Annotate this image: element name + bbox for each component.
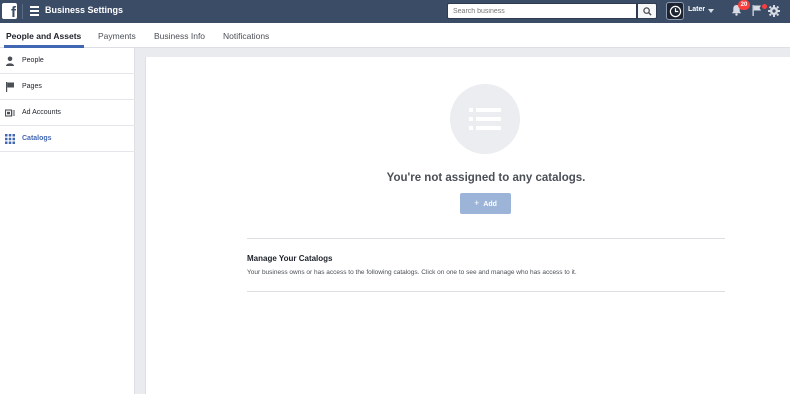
- sidebar-item-label: Catalogs: [22, 135, 52, 142]
- tab-business-info[interactable]: Business Info: [154, 31, 205, 41]
- clock-logo-icon: [669, 5, 682, 18]
- grid-icon: [5, 134, 15, 144]
- gear-icon[interactable]: [768, 5, 780, 17]
- add-catalog-button[interactable]: + Add: [460, 193, 511, 214]
- tab-payments[interactable]: Payments: [98, 31, 136, 41]
- flag-icon[interactable]: [752, 5, 762, 16]
- section-divider: [247, 291, 725, 292]
- menu-icon[interactable]: [30, 6, 39, 16]
- sidebar-item-label: Ad Accounts: [22, 109, 61, 116]
- sidebar-item-pages[interactable]: Pages: [0, 74, 135, 100]
- list-icon: [469, 108, 501, 130]
- account-avatar[interactable]: [666, 2, 684, 20]
- catalogs-panel: You're not assigned to any catalogs. + Ad…: [145, 57, 790, 394]
- sidebar-item-label: People: [22, 57, 44, 64]
- person-icon: [6, 56, 14, 66]
- sidebar-item-ad-accounts[interactable]: Ad Accounts: [0, 100, 135, 126]
- add-button-label: Add: [483, 201, 497, 208]
- plus-icon: +: [474, 198, 480, 208]
- search-button[interactable]: [637, 3, 657, 19]
- settings-tab-bar: People and Assets Payments Business Info…: [0, 23, 790, 48]
- search-input[interactable]: [447, 3, 637, 19]
- notification-badge: 20: [738, 0, 750, 10]
- empty-state-illustration: [450, 84, 520, 154]
- empty-state-title: You're not assigned to any catalogs.: [386, 172, 586, 184]
- sidebar-item-people[interactable]: People: [0, 48, 135, 74]
- section-divider: [247, 238, 725, 239]
- ad-account-icon: [5, 109, 15, 117]
- sidebar-item-catalogs[interactable]: Catalogs: [0, 126, 135, 152]
- flag-icon: [6, 82, 14, 92]
- account-name[interactable]: Later: [688, 6, 705, 13]
- topbar-divider: [22, 4, 23, 19]
- app-title: Business Settings: [45, 5, 124, 15]
- manage-catalogs-heading: Manage Your Catalogs: [247, 254, 333, 263]
- chevron-down-icon[interactable]: [708, 9, 714, 13]
- sidebar-item-label: Pages: [22, 83, 42, 90]
- manage-catalogs-description: Your business owns or has access to the …: [247, 269, 577, 276]
- flag-alert-dot: [762, 4, 767, 9]
- facebook-logo-icon[interactable]: f: [2, 3, 17, 21]
- tab-people-and-assets[interactable]: People and Assets: [6, 31, 81, 41]
- tab-notifications[interactable]: Notifications: [223, 31, 269, 41]
- search-icon: [643, 7, 652, 16]
- sidebar: People Pages Ad Accounts Catalogs: [0, 48, 135, 394]
- top-bar: f Business Settings Later 20: [0, 0, 790, 23]
